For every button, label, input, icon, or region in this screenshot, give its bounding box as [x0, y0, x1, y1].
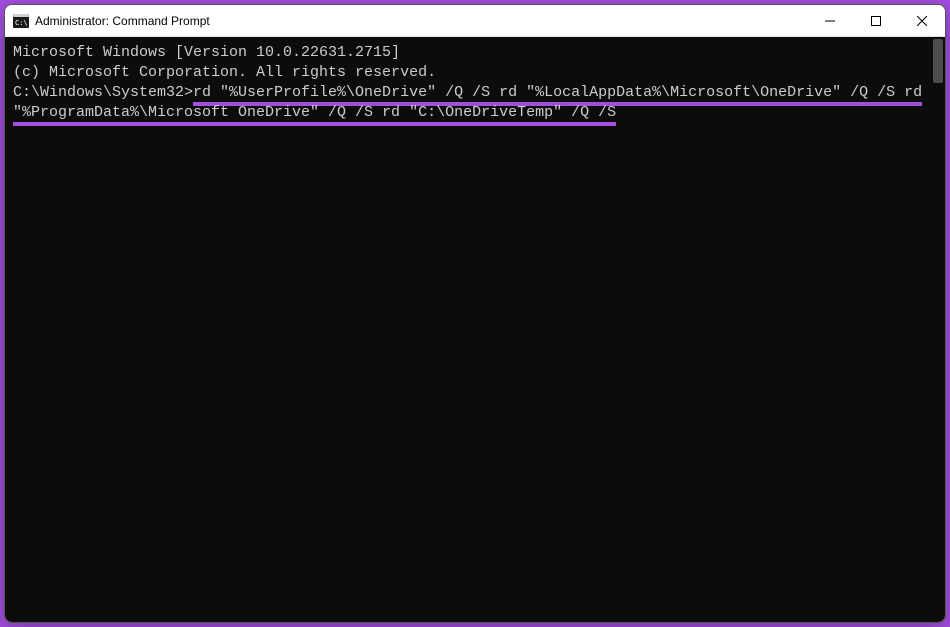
command-prompt-window: C:\ Administrator: Command Prompt Micros…	[4, 4, 946, 623]
cmd-icon: C:\	[13, 13, 29, 29]
version-line: Microsoft Windows [Version 10.0.22631.27…	[13, 43, 937, 63]
scrollbar-thumb[interactable]	[933, 39, 943, 83]
maximize-button[interactable]	[853, 5, 899, 36]
svg-text:C:\: C:\	[15, 19, 28, 27]
titlebar[interactable]: C:\ Administrator: Command Prompt	[5, 5, 945, 37]
window-controls	[807, 5, 945, 36]
minimize-button[interactable]	[807, 5, 853, 36]
command-part-1: rd "%UserProfile%\OneDrive" /Q /S rd "%L…	[193, 84, 922, 106]
command-line: C:\Windows\System32>rd "%UserProfile%\On…	[13, 84, 931, 126]
copyright-line: (c) Microsoft Corporation. All rights re…	[13, 63, 937, 83]
command-part-2: "%ProgramData%\Microsoft OneDrive" /Q /S…	[13, 104, 616, 126]
prompt-text: C:\Windows\System32>	[13, 84, 193, 101]
window-title: Administrator: Command Prompt	[35, 14, 807, 28]
close-button[interactable]	[899, 5, 945, 36]
scrollbar[interactable]	[931, 37, 945, 622]
terminal-area[interactable]: Microsoft Windows [Version 10.0.22631.27…	[5, 37, 945, 622]
